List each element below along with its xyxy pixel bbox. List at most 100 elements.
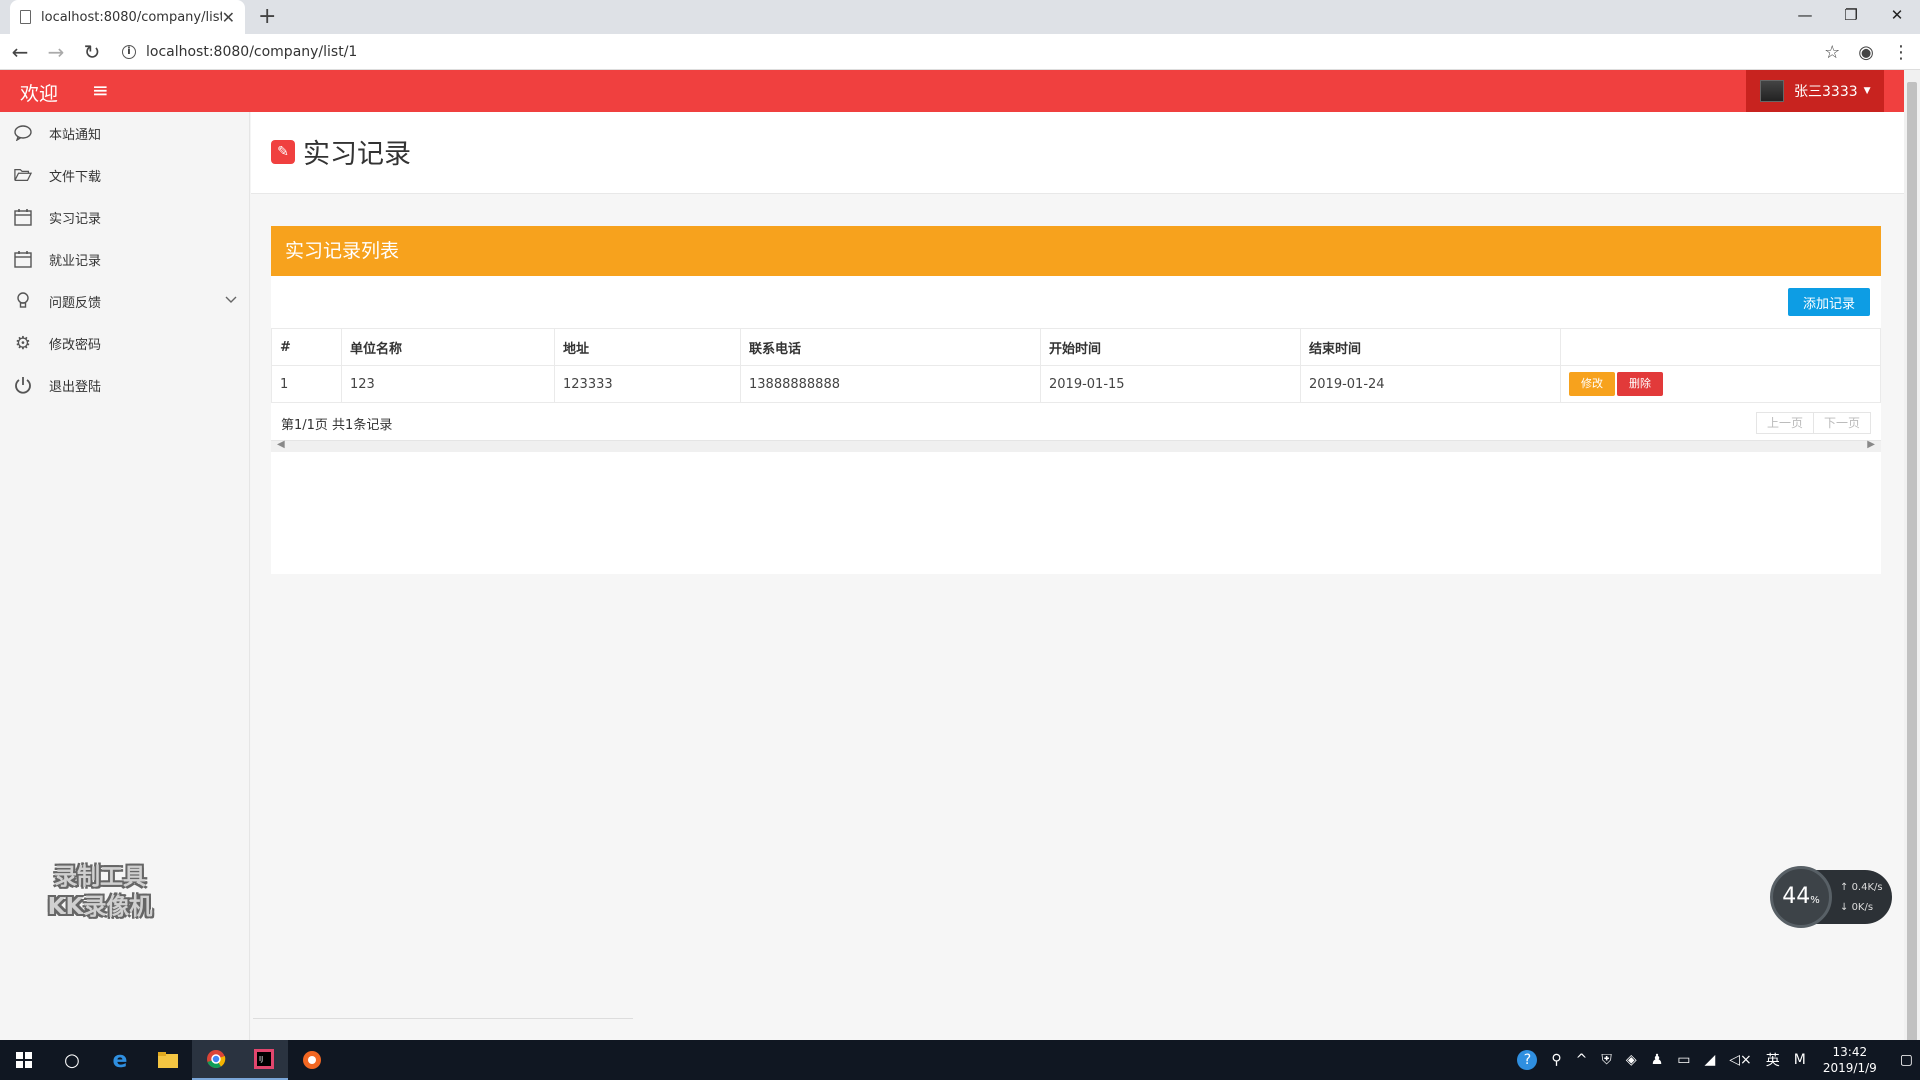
battery-icon[interactable]: ▭ <box>1677 1052 1690 1068</box>
gear-icon: ⚙ <box>14 332 32 354</box>
scroll-right-icon[interactable]: ▶ <box>1867 439 1875 450</box>
col-header: # <box>271 328 342 366</box>
url-text: localhost:8080/company/list/1 <box>146 43 358 60</box>
sidebar-item-label: 就业记录 <box>49 253 102 269</box>
clock-date: 2019/1/9 <box>1822 1061 1877 1075</box>
people-icon[interactable]: ⚲ <box>1551 1052 1561 1068</box>
clock-time: 13:42 <box>1832 1045 1868 1059</box>
page-icon <box>20 10 31 24</box>
table-header-row: # 单位名称 地址 联系电话 开始时间 结束时间 <box>271 328 1881 366</box>
cell-start-date: 2019-01-15 <box>1040 365 1301 403</box>
hamburger-menu-icon[interactable]: ≡ <box>92 78 109 102</box>
back-arrow-icon[interactable]: ← <box>4 40 36 64</box>
scrollbar-thumb[interactable] <box>1907 82 1917 1042</box>
bookmark-star-icon[interactable]: ☆ <box>1824 42 1840 63</box>
browser-tab[interactable]: localhost:8080/company/list/1 ✕ <box>10 0 245 34</box>
edit-button[interactable]: 修改 <box>1569 372 1615 396</box>
url-field[interactable]: i localhost:8080/company/list/1 <box>122 44 357 60</box>
edge-browser-icon[interactable]: e <box>96 1040 144 1080</box>
help-icon[interactable]: ? <box>1517 1050 1538 1070</box>
brand-title[interactable]: 欢迎 <box>20 79 58 106</box>
cell-actions: 修改 删除 <box>1560 365 1881 403</box>
prev-page-button[interactable]: 上一页 <box>1755 412 1814 434</box>
next-page-button[interactable]: 下一页 <box>1812 412 1871 434</box>
calendar-icon <box>14 250 32 268</box>
table-row: 1 123 123333 13888888888 2019-01-15 2019… <box>271 365 1881 403</box>
usage-percent-value: 44 <box>1782 884 1811 909</box>
pagination: 上一页 下一页 <box>1755 412 1871 434</box>
horizontal-scrollbar[interactable]: ◀ ▶ <box>271 439 1881 452</box>
sidebar-item-employment[interactable]: 就业记录 <box>0 238 249 280</box>
sidebar-item-password[interactable]: ⚙ 修改密码 <box>0 322 249 364</box>
more-menu-icon[interactable]: ⋮ <box>1892 42 1910 63</box>
cell-address: 123333 <box>554 365 741 403</box>
chat-bubble-icon <box>14 124 32 142</box>
network-speed-widget[interactable]: 44% ↑ 0.4K/s ↓ 0K/s <box>1770 866 1892 928</box>
defender-icon[interactable]: ◈ <box>1626 1052 1637 1068</box>
sidebar-item-logout[interactable]: 退出登陆 <box>0 364 249 406</box>
security-shield-icon[interactable]: ⛨ <box>1601 1052 1612 1068</box>
system-tray: ? ⚲ ^ ⛨ ◈ ♟ ▭ ◢ ◁× 英 M 13:42 2019/1/9 ▢ <box>1510 1040 1920 1080</box>
sidebar-item-download[interactable]: 文件下载 <box>0 154 249 196</box>
delete-button[interactable]: 删除 <box>1617 372 1663 396</box>
avatar <box>1760 80 1784 102</box>
col-header <box>1560 328 1881 366</box>
sidebar-item-internship[interactable]: 实习记录 <box>0 196 249 238</box>
chrome-icon[interactable] <box>192 1040 240 1080</box>
volume-muted-icon[interactable]: ◁× <box>1729 1052 1752 1068</box>
sidebar-item-label: 修改密码 <box>49 337 102 353</box>
scroll-left-icon[interactable]: ◀ <box>277 439 285 450</box>
upload-speed-value: 0.4K/s <box>1851 882 1883 893</box>
user-name: 张三3333 <box>1794 84 1858 100</box>
address-bar: ← → ↻ i localhost:8080/company/list/1 ☆ … <box>0 34 1920 70</box>
page-title-text: 实习记录 <box>303 139 411 170</box>
watermark-line: KK录像机 <box>47 894 153 920</box>
ime-indicator[interactable]: 英 <box>1766 1050 1780 1070</box>
watermark-line: 录制工具 <box>54 864 146 890</box>
download-speed: ↓ 0K/s <box>1840 902 1874 913</box>
col-header: 地址 <box>554 328 741 366</box>
sidebar-item-notice[interactable]: 本站通知 <box>0 112 249 154</box>
search-circle-icon[interactable]: ○ <box>48 1040 96 1080</box>
calendar-icon <box>14 208 32 226</box>
minimize-icon[interactable]: — <box>1782 0 1828 30</box>
close-tab-icon[interactable]: ✕ <box>222 8 235 27</box>
network-icon[interactable]: ◢ <box>1704 1052 1715 1068</box>
cell-index: 1 <box>271 365 342 403</box>
recorder-app-icon[interactable] <box>288 1040 336 1080</box>
reload-icon[interactable]: ↻ <box>76 40 108 64</box>
new-tab-icon[interactable]: + <box>258 4 276 29</box>
info-icon[interactable]: i <box>122 44 136 59</box>
svg-text:IJ: IJ <box>259 1055 263 1063</box>
edit-icon: ✎ <box>271 139 295 164</box>
ime-mode-icon[interactable]: M <box>1794 1052 1806 1068</box>
close-window-icon[interactable]: ✕ <box>1874 0 1920 30</box>
lightbulb-icon <box>14 292 32 310</box>
sidebar-item-label: 文件下载 <box>49 169 102 185</box>
cell-phone: 13888888888 <box>740 365 1041 403</box>
sidebar: 本站通知 文件下载 实习记录 就业记录 问题反馈 ⚙ 修改密码 退出登陆 录制工… <box>0 112 250 1040</box>
chevron-down-icon[interactable] <box>225 293 237 307</box>
cell-company: 123 <box>341 365 555 403</box>
col-header: 联系电话 <box>740 328 1041 366</box>
clock[interactable]: 13:42 2019/1/9 <box>1823 1044 1877 1076</box>
app-tray-icon[interactable]: ♟ <box>1651 1052 1664 1068</box>
main-content: ✎ 实习记录 实习记录列表 添加记录 # 单位名称 地址 联系电话 开始时间 结… <box>251 112 1904 1040</box>
notification-icon[interactable]: ▢ <box>1900 1052 1913 1068</box>
forward-arrow-icon[interactable]: → <box>40 40 72 64</box>
record-panel: 实习记录列表 添加记录 # 单位名称 地址 联系电话 开始时间 结束时间 1 1… <box>271 226 1881 574</box>
records-table: # 单位名称 地址 联系电话 开始时间 结束时间 1 123 123333 13… <box>271 328 1881 403</box>
show-hidden-icons[interactable]: ^ <box>1576 1052 1588 1068</box>
app-header: 欢迎 ≡ 张三3333 ▼ <box>0 70 1904 112</box>
page-header: ✎ 实习记录 <box>251 112 1904 194</box>
intellij-icon[interactable]: IJ <box>240 1040 288 1080</box>
user-menu[interactable]: 张三3333 ▼ <box>1746 70 1884 112</box>
add-record-button[interactable]: 添加记录 <box>1788 288 1870 316</box>
profile-icon[interactable]: ◉ <box>1858 42 1874 63</box>
vertical-scrollbar[interactable] <box>1904 70 1920 1042</box>
restore-icon[interactable]: ❐ <box>1828 0 1874 30</box>
power-icon <box>14 376 32 394</box>
windows-start-icon[interactable] <box>0 1040 48 1080</box>
file-explorer-icon[interactable] <box>144 1040 192 1080</box>
sidebar-item-feedback[interactable]: 问题反馈 <box>0 280 249 322</box>
